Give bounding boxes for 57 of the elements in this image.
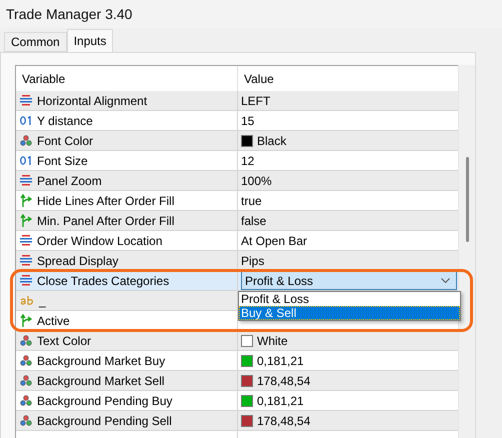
window-title: Trade Manager 3.40: [6, 6, 132, 22]
color-circles-icon: [20, 375, 32, 386]
value-text: 178,48,54: [257, 374, 310, 388]
value-text: LEFT: [241, 94, 270, 108]
value-text: Pips: [241, 254, 264, 268]
variable-name: Background Pending Sell: [37, 414, 172, 428]
lines-icon: [20, 235, 32, 246]
value-text: 178,48,54: [257, 414, 310, 428]
branch-arrow-icon: [20, 214, 32, 227]
variable-name: Y distance: [37, 114, 93, 128]
tab[interactable]: Inputs: [66, 29, 114, 52]
color-circles-icon: [20, 415, 32, 426]
variable-name: Font Size: [37, 154, 88, 168]
value-text: Black: [257, 134, 286, 148]
value-text: White: [257, 334, 288, 348]
value-text: 12: [241, 154, 254, 168]
variable-name: Font Color: [37, 134, 94, 148]
variable-name: Horizontal Alignment: [37, 94, 148, 108]
lines-icon: [20, 255, 32, 266]
text-type-icon: [20, 296, 34, 305]
color-circles-icon: [20, 355, 32, 366]
column-header: Value: [243, 70, 275, 88]
value-text: true: [241, 194, 262, 208]
lines-icon: [20, 175, 32, 186]
variable-name: Spread Display: [37, 254, 118, 268]
value-text: 0,181,21: [257, 394, 304, 408]
branch-arrow-icon: [20, 314, 32, 327]
variable-name: Order Window Location: [37, 234, 162, 248]
value-text: 15: [241, 114, 254, 128]
variable-name: Close Trades Categories: [37, 274, 170, 288]
color-circles-icon: [20, 395, 32, 406]
value-text: At Open Bar: [241, 234, 308, 248]
lines-icon: [20, 95, 32, 106]
variable-name: Background Market Buy: [37, 354, 166, 368]
chevron-icon: [441, 278, 450, 283]
variable-name: Min. Panel After Order Fill: [37, 214, 174, 228]
scrollbar[interactable]: [458, 65, 475, 438]
branch-arrow-icon: [20, 194, 32, 207]
variable-name: Background Market Sell: [37, 374, 164, 388]
tab[interactable]: Common: [4, 32, 67, 52]
lines-icon: [20, 275, 32, 286]
variable-name: Background Pending Buy: [37, 394, 172, 408]
color-circles-icon: [20, 335, 32, 346]
dropdown-option[interactable]: Buy & Sell: [239, 306, 460, 320]
dropdown-option[interactable]: Profit & Loss: [239, 292, 460, 306]
number-icon: [20, 116, 32, 125]
color-circles-icon: [20, 135, 32, 146]
value-dropdown[interactable]: Profit & Loss: [241, 271, 458, 290]
number-icon: [20, 156, 32, 165]
value-text: 100%: [241, 174, 272, 188]
variable-name: Panel Zoom: [37, 174, 102, 188]
value-text: 0,181,21: [257, 354, 304, 368]
variable-name: _: [39, 294, 46, 308]
value-text: false: [241, 214, 266, 228]
variable-name: Text Color: [37, 334, 92, 348]
variable-name: Hide Lines After Order Fill: [37, 194, 174, 208]
variable-name: Active: [37, 314, 70, 328]
